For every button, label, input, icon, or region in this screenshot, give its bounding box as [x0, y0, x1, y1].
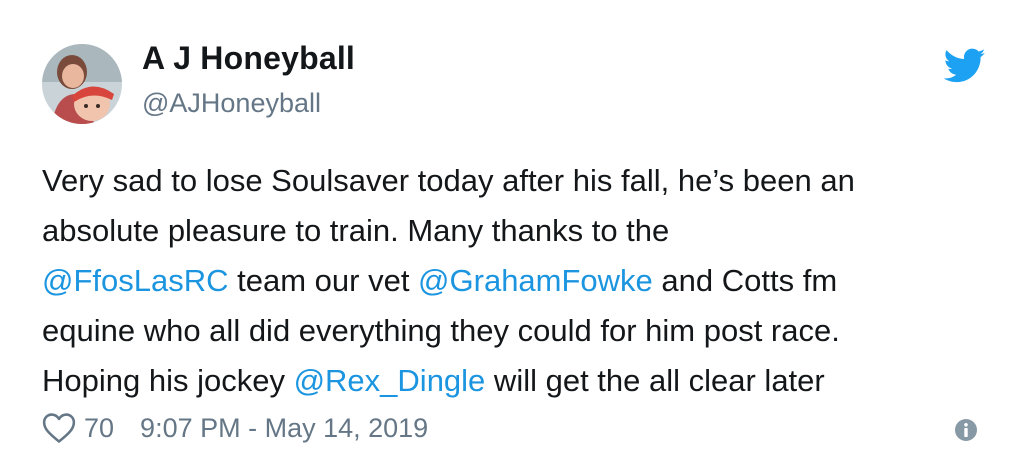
mention-link[interactable]: @GrahamFowke — [418, 263, 653, 298]
like-count[interactable]: 70 — [84, 413, 114, 444]
twitter-bird-icon[interactable] — [944, 48, 986, 84]
author-display-name[interactable]: A J Honeyball — [142, 40, 355, 77]
mention-link[interactable]: @Rex_Dingle — [294, 363, 486, 398]
heart-icon[interactable] — [42, 412, 76, 444]
avatar[interactable] — [42, 44, 122, 124]
tweet-text-line: equine who all did everything they could… — [42, 306, 992, 356]
tweet-card: A J Honeyball @AJHoneyball Very sad to l… — [0, 0, 1024, 475]
tweet-text-line: Very sad to lose Soulsaver today after h… — [42, 156, 992, 206]
tweet-text-segment: team our vet — [228, 263, 419, 298]
author-handle[interactable]: @AJHoneyball — [142, 88, 321, 119]
tweet-text-segment: absolute pleasure to train. Many thanks … — [42, 213, 670, 248]
tweet-text-segment: equine who all did everything they could… — [42, 313, 840, 348]
mention-link[interactable]: @FfosLasRC — [42, 263, 229, 298]
tweet-text: Very sad to lose Soulsaver today after h… — [42, 156, 992, 406]
tweet-footer: 70 9:07 PM - May 14, 2019 — [42, 408, 428, 448]
tweet-text-segment: Very sad to lose Soulsaver today after h… — [42, 163, 855, 198]
tweet-timestamp[interactable]: 9:07 PM - May 14, 2019 — [140, 413, 428, 444]
tweet-text-segment: and Cotts fm — [652, 263, 838, 298]
tweet-text-segment: Hoping his jockey — [42, 363, 294, 398]
tweet-text-line: absolute pleasure to train. Many thanks … — [42, 206, 992, 256]
tweet-text-line: Hoping his jockey @Rex_Dingle will get t… — [42, 356, 992, 406]
tweet-text-segment: will get the all clear later — [485, 363, 825, 398]
tweet-text-line: @FfosLasRC team our vet @GrahamFowke and… — [42, 256, 992, 306]
info-icon[interactable] — [954, 418, 978, 442]
avatar-photo-icon — [42, 44, 122, 124]
